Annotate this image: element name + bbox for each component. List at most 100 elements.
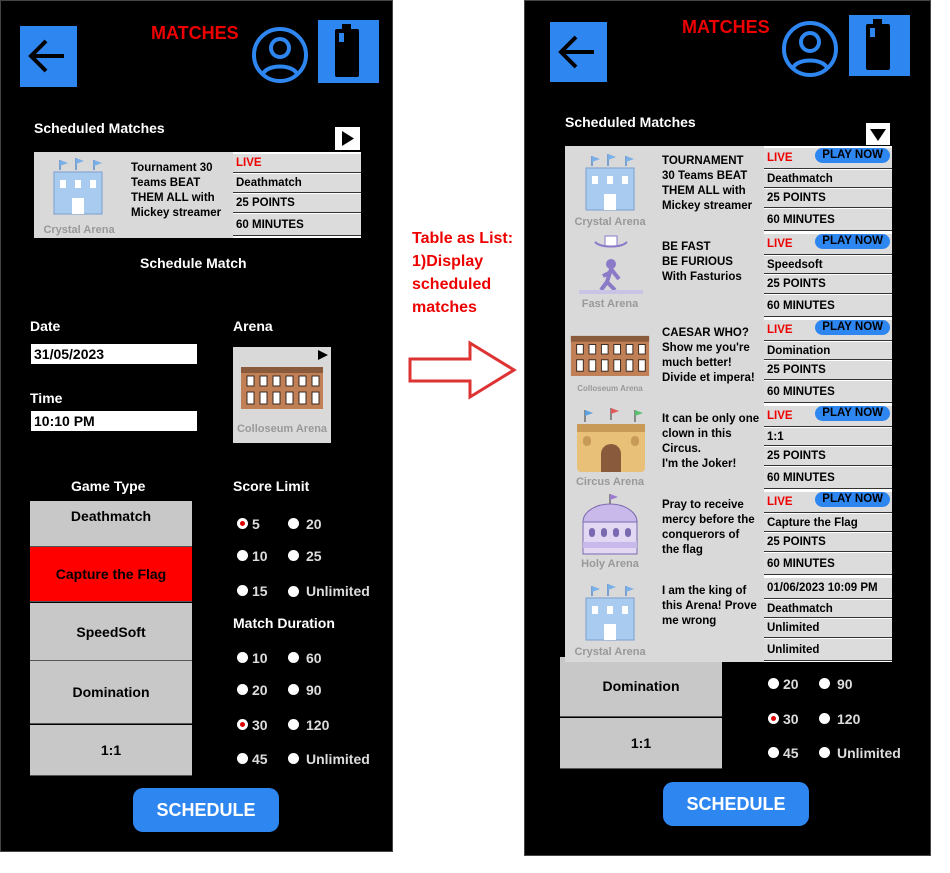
score-option-label: 20 bbox=[306, 516, 322, 532]
match-description: BE FAST BE FURIOUS With Fasturios bbox=[662, 240, 762, 285]
schedule-match-title: Schedule Match bbox=[140, 255, 247, 271]
desc-line: Teams BEAT bbox=[131, 177, 201, 189]
game-type-speedsoft[interactable]: SpeedSoft bbox=[30, 603, 192, 661]
battery-button[interactable] bbox=[849, 15, 910, 76]
collapse-arrow-button[interactable] bbox=[866, 123, 890, 145]
duration-radio-90[interactable] bbox=[288, 684, 299, 695]
duration-radio-45[interactable] bbox=[768, 747, 779, 758]
time-field[interactable]: 10:10 PM bbox=[31, 411, 197, 431]
match-info: LIVE PLAY NOW Capture the Flag 25 POINTS… bbox=[764, 490, 892, 576]
game-type-domination[interactable]: Domination bbox=[30, 661, 192, 724]
duration-radio-90[interactable] bbox=[819, 678, 830, 689]
match-list-item[interactable]: Fast Arena BE FAST BE FURIOUS With Fastu… bbox=[565, 232, 892, 318]
date-field[interactable]: 31/05/2023 bbox=[31, 344, 197, 364]
duration-radio-10[interactable] bbox=[237, 652, 248, 663]
back-button[interactable] bbox=[20, 26, 77, 87]
game-type-capture-the-flag[interactable]: Capture the Flag bbox=[30, 547, 192, 602]
colosseum-image bbox=[570, 335, 650, 376]
battery-button[interactable] bbox=[318, 20, 379, 83]
score-radio-25[interactable] bbox=[288, 550, 299, 561]
desc-line: 30 Teams BEAT bbox=[662, 170, 748, 182]
game-mode: Domination bbox=[764, 342, 892, 360]
desc-line: Pray to receive bbox=[662, 499, 744, 511]
desc-line: conquerors of bbox=[662, 529, 740, 541]
desc-line: much better! bbox=[662, 357, 732, 369]
colosseum-image bbox=[241, 367, 323, 409]
duration-option-label: 90 bbox=[837, 676, 853, 692]
desc-line: BE FURIOUS bbox=[662, 256, 733, 268]
match-info: LIVE PLAY NOW Speedsoft 25 POINTS 60 MIN… bbox=[764, 232, 892, 318]
points: Unlimited bbox=[764, 619, 892, 638]
duration-option-label: Unlimited bbox=[837, 745, 901, 761]
match-list-item[interactable]: Circus Arena It can be only one clown in… bbox=[565, 404, 892, 490]
duration: 60 MINUTES bbox=[764, 381, 892, 403]
score-radio-10[interactable] bbox=[237, 550, 248, 561]
duration-option-label: 30 bbox=[252, 717, 268, 733]
duration-option-label: 90 bbox=[306, 682, 322, 698]
desc-line: clown in this bbox=[662, 428, 732, 440]
duration-radio-120[interactable] bbox=[288, 719, 299, 730]
match-list-item[interactable]: Colloseum Arena CAESAR WHO? Show me you'… bbox=[565, 318, 892, 404]
match-description: Tournament 30 Teams BEAT THEM ALL with M… bbox=[131, 161, 231, 221]
game-type-1v1[interactable]: 1:1 bbox=[30, 725, 192, 776]
duration-radio-30[interactable] bbox=[768, 713, 779, 724]
duration-option-label: 60 bbox=[306, 650, 322, 666]
arena-name: Colloseum Arena bbox=[577, 384, 643, 393]
schedule-button[interactable]: SCHEDULE bbox=[133, 788, 279, 832]
duration-option-label: 30 bbox=[783, 711, 799, 727]
match-list-item[interactable]: Crystal Arena TOURNAMENT 30 Teams BEAT T… bbox=[565, 146, 892, 232]
play-now-button[interactable]: PLAY NOW bbox=[815, 406, 890, 421]
back-button[interactable] bbox=[550, 22, 607, 82]
match-list-item[interactable]: Holy Arena Pray to receive mercy before … bbox=[565, 490, 892, 576]
score-radio-5[interactable] bbox=[237, 518, 248, 529]
arena-name: Crystal Arena bbox=[43, 224, 115, 236]
scheduled-matches-title: Scheduled Matches bbox=[34, 120, 165, 136]
points: 25 POINTS bbox=[764, 361, 892, 380]
duration-radio-unlimited[interactable] bbox=[819, 747, 830, 758]
arena-name: Crystal Arena bbox=[574, 216, 646, 228]
duration: 60 MINUTES bbox=[764, 553, 892, 575]
score-radio-unlimited[interactable] bbox=[288, 586, 299, 597]
match-list-item[interactable]: Crystal Arena I am the king of this Aren… bbox=[565, 576, 892, 662]
play-now-button[interactable]: PLAY NOW bbox=[815, 492, 890, 507]
duration: 60 MINUTES bbox=[233, 214, 361, 236]
points: 25 POINTS bbox=[764, 533, 892, 552]
desc-line: I am the king of bbox=[662, 585, 747, 597]
game-type-deathmatch[interactable]: Deathmatch bbox=[30, 501, 192, 547]
duration-option-label: 10 bbox=[252, 650, 268, 666]
date-label: Date bbox=[30, 318, 61, 334]
battery-icon bbox=[866, 19, 890, 70]
desc-line: me wrong bbox=[662, 615, 717, 627]
back-arrow-icon bbox=[28, 39, 64, 73]
play-triangle-icon bbox=[342, 131, 354, 146]
game-type-domination[interactable]: Domination bbox=[560, 657, 722, 717]
profile-icon[interactable] bbox=[246, 26, 314, 84]
scheduled-match-card[interactable]: Crystal Arena Tournament 30 Teams BEAT T… bbox=[34, 152, 361, 238]
game-type-1v1[interactable]: 1:1 bbox=[560, 718, 722, 769]
duration-radio-20[interactable] bbox=[768, 678, 779, 689]
play-now-button[interactable]: PLAY NOW bbox=[815, 234, 890, 249]
duration-option-label: 120 bbox=[837, 711, 861, 727]
profile-icon[interactable] bbox=[776, 20, 844, 78]
duration-radio-20[interactable] bbox=[237, 684, 248, 695]
score-radio-20[interactable] bbox=[288, 518, 299, 529]
points: 25 POINTS bbox=[764, 275, 892, 294]
desc-line: I'm the Joker! bbox=[662, 458, 737, 470]
play-now-button[interactable]: PLAY NOW bbox=[815, 148, 890, 163]
duration-radio-60[interactable] bbox=[288, 652, 299, 663]
desc-line: It can be only one bbox=[662, 413, 760, 425]
arena-picker[interactable]: Colloseum Arena bbox=[233, 347, 331, 443]
schedule-button[interactable]: SCHEDULE bbox=[663, 782, 809, 826]
duration-option-label: 120 bbox=[306, 717, 330, 733]
duration-radio-unlimited[interactable] bbox=[288, 753, 299, 764]
duration-radio-120[interactable] bbox=[819, 713, 830, 724]
match-description: TOURNAMENT 30 Teams BEAT THEM ALL with M… bbox=[662, 154, 762, 214]
points: 25 POINTS bbox=[764, 189, 892, 208]
expand-arrow-button[interactable] bbox=[335, 127, 360, 150]
score-option-label: 10 bbox=[252, 548, 268, 564]
duration-radio-45[interactable] bbox=[237, 753, 248, 764]
duration-radio-30[interactable] bbox=[237, 719, 248, 730]
play-now-button[interactable]: PLAY NOW bbox=[815, 320, 890, 335]
score-radio-15[interactable] bbox=[237, 585, 248, 596]
duration: 60 MINUTES bbox=[764, 209, 892, 231]
